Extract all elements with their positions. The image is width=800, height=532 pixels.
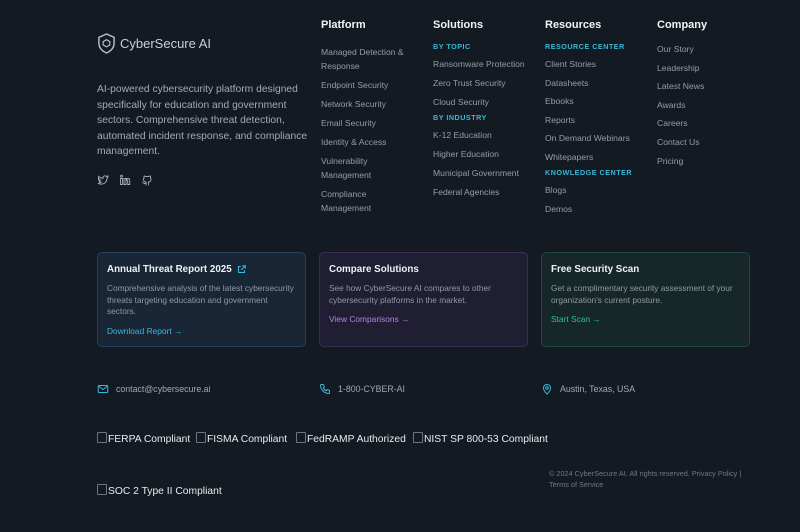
shield-logo-icon — [98, 32, 115, 54]
footer-column-resources: Resources RESOURCE CENTER Client Stories… — [545, 19, 632, 219]
link-blogs[interactable]: Blogs — [545, 181, 632, 200]
card-description: Get a complimentary security assessment … — [551, 283, 733, 305]
link-cloud-security[interactable]: Cloud Security — [433, 93, 525, 112]
link-latest-news[interactable]: Latest News — [657, 77, 707, 96]
broken-image-icon — [196, 432, 206, 443]
phone-icon — [320, 384, 330, 394]
badge-fedramp: FedRAMP Authorized — [296, 432, 406, 445]
view-comparisons-link[interactable]: View Comparisons → — [329, 314, 518, 324]
link-ebooks[interactable]: Ebooks — [545, 92, 632, 111]
brand-block: CyberSecure AI AI-powered cybersecurity … — [97, 32, 307, 186]
footer-column-solutions: Solutions BY TOPIC Ransomware Protection… — [433, 19, 525, 202]
subheading-by-topic: BY TOPIC — [433, 42, 471, 51]
link-client-stories[interactable]: Client Stories — [545, 55, 632, 74]
link-higher-education[interactable]: Higher Education — [433, 145, 525, 164]
subheading-resource-center: RESOURCE CENTER — [545, 42, 625, 51]
contact-email[interactable]: contact@cybersecure.ai — [97, 383, 211, 395]
card-title: Annual Threat Report 2025 — [107, 264, 296, 275]
broken-image-icon — [97, 432, 107, 443]
start-scan-link[interactable]: Start Scan → — [551, 314, 740, 324]
social-links — [97, 174, 307, 186]
badge-nist: NIST SP 800-53 Compliant — [413, 432, 548, 445]
broken-image-icon — [296, 432, 306, 443]
subheading-by-industry: BY INDUSTRY — [433, 113, 487, 122]
github-icon[interactable] — [141, 174, 153, 186]
link-zero-trust[interactable]: Zero Trust Security — [433, 74, 525, 93]
link-email-security[interactable]: Email Security — [321, 116, 404, 130]
card-description: See how CyberSecure AI compares to other… — [329, 283, 491, 305]
terms-of-service-link[interactable]: Terms of Service — [549, 480, 603, 489]
link-demos[interactable]: Demos — [545, 200, 632, 219]
column-heading-solutions: Solutions — [433, 19, 484, 31]
link-on-demand-webinars[interactable]: On Demand Webinars — [545, 129, 632, 148]
link-endpoint-security[interactable]: Endpoint Security — [321, 78, 404, 92]
badge-soc2: SOC 2 Type II Compliant — [97, 484, 222, 497]
link-datasheets[interactable]: Datasheets — [545, 74, 632, 93]
broken-image-icon — [413, 432, 423, 443]
link-contact-us[interactable]: Contact Us — [657, 133, 707, 152]
subheading-knowledge-center: KNOWLEDGE CENTER — [545, 167, 633, 177]
link-k12-education[interactable]: K-12 Education — [433, 126, 525, 145]
logo[interactable]: CyberSecure AI — [97, 32, 307, 54]
contact-phone[interactable]: 1-800-CYBER-AI — [319, 383, 405, 395]
card-security-scan: Free Security Scan Get a complimentary s… — [541, 252, 750, 347]
twitter-icon[interactable] — [97, 174, 109, 186]
brand-name: CyberSecure AI — [120, 35, 212, 51]
download-report-link[interactable]: Download Report → — [107, 326, 296, 336]
link-whitepapers[interactable]: Whitepapers — [545, 148, 632, 167]
card-compare-solutions: Compare Solutions See how CyberSecure AI… — [319, 252, 528, 347]
badge-fisma: FISMA Compliant — [196, 432, 287, 445]
link-managed-detection[interactable]: Managed Detection & Response — [321, 45, 404, 73]
broken-image-icon — [97, 484, 107, 495]
column-heading-platform: Platform — [321, 19, 366, 31]
link-federal-agencies[interactable]: Federal Agencies — [433, 183, 525, 202]
link-our-story[interactable]: Our Story — [657, 40, 707, 59]
link-careers[interactable]: Careers — [657, 114, 707, 133]
map-pin-icon — [542, 384, 552, 395]
copyright-notice: © 2024 CyberSecure AI. All rights reserv… — [549, 469, 742, 489]
link-awards[interactable]: Awards — [657, 96, 707, 115]
brand-description: AI-powered cybersecurity platform design… — [97, 84, 308, 157]
link-pricing[interactable]: Pricing — [657, 152, 707, 171]
external-link-icon — [237, 265, 246, 274]
linkedin-icon[interactable] — [119, 174, 131, 186]
card-description: Comprehensive analysis of the latest cyb… — [107, 283, 294, 317]
footer-column-company: Company Our Story Leadership Latest News… — [657, 19, 707, 170]
column-heading-company: Company — [657, 19, 708, 31]
link-municipal-government[interactable]: Municipal Government — [433, 164, 525, 183]
footer-column-platform: Platform Managed Detection & Response End… — [321, 19, 404, 215]
mail-icon — [97, 385, 109, 393]
card-title: Compare Solutions — [329, 264, 419, 275]
link-reports[interactable]: Reports — [545, 111, 632, 130]
link-identity-access[interactable]: Identity & Access — [321, 135, 404, 149]
link-compliance-management[interactable]: Compliance Management — [321, 187, 404, 215]
link-network-security[interactable]: Network Security — [321, 97, 404, 111]
link-ransomware-protection[interactable]: Ransomware Protection — [433, 55, 525, 74]
card-title: Free Security Scan — [551, 264, 640, 275]
column-heading-resources: Resources — [545, 19, 602, 31]
contact-location: Austin, Texas, USA — [541, 383, 635, 395]
card-threat-report: Annual Threat Report 2025 Comprehensive … — [97, 252, 306, 347]
badge-ferpa: FERPA Compliant — [97, 432, 190, 445]
link-leadership[interactable]: Leadership — [657, 59, 707, 78]
privacy-policy-link[interactable]: Privacy Policy — [692, 469, 737, 478]
link-vulnerability-management[interactable]: Vulnerability Management — [321, 154, 404, 182]
